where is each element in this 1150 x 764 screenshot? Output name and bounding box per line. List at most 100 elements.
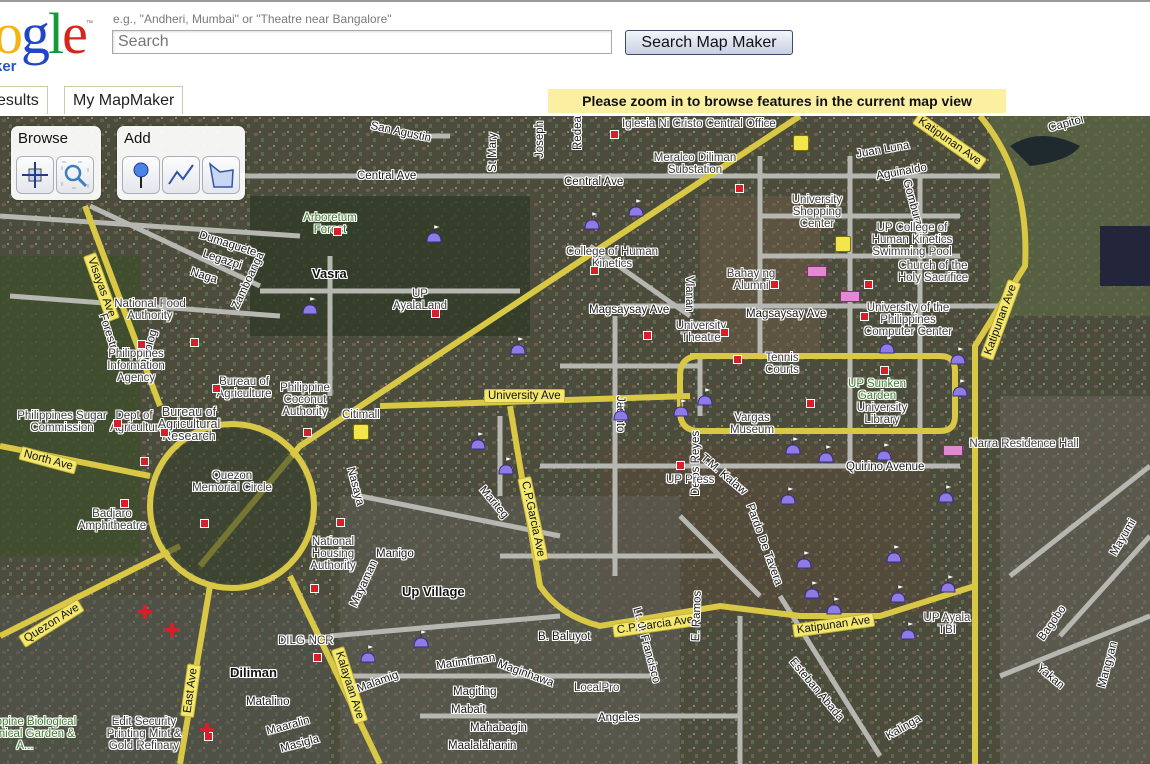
poi-marker[interactable] bbox=[190, 338, 199, 347]
add-shape-button[interactable] bbox=[202, 156, 240, 194]
street-label: Joseph bbox=[534, 120, 546, 158]
school-marker[interactable] bbox=[804, 580, 820, 605]
search-input[interactable] bbox=[112, 30, 612, 54]
poi-marker[interactable] bbox=[113, 419, 122, 428]
school-icon bbox=[584, 211, 600, 230]
school-marker[interactable] bbox=[890, 584, 906, 609]
school-marker[interactable] bbox=[900, 621, 916, 646]
poi-marker[interactable] bbox=[310, 584, 319, 593]
school-icon bbox=[673, 398, 689, 417]
school-marker[interactable] bbox=[938, 484, 954, 509]
school-marker[interactable] bbox=[818, 444, 834, 469]
poi-marker[interactable] bbox=[200, 519, 209, 528]
poi-marker[interactable] bbox=[313, 653, 322, 662]
school-marker[interactable] bbox=[613, 402, 629, 427]
place-label: Iglesia Ni Cristo Central Office bbox=[622, 118, 776, 130]
place-label: Narra Residence Hall bbox=[969, 438, 1079, 450]
school-marker[interactable] bbox=[780, 486, 796, 511]
poi-marker[interactable] bbox=[733, 355, 742, 364]
school-marker[interactable] bbox=[950, 346, 966, 371]
zoom-area-tool-button[interactable] bbox=[56, 156, 94, 194]
poi-marker[interactable] bbox=[590, 266, 599, 275]
hospital-marker[interactable] bbox=[200, 723, 214, 742]
school-marker[interactable] bbox=[628, 198, 644, 223]
school-marker[interactable] bbox=[498, 456, 514, 481]
poi-marker[interactable] bbox=[333, 227, 342, 236]
poi-marker[interactable] bbox=[860, 312, 869, 321]
school-icon bbox=[697, 387, 713, 406]
tab-results[interactable]: esults bbox=[0, 86, 48, 114]
shopping-marker[interactable] bbox=[835, 236, 851, 252]
hospital-marker[interactable] bbox=[138, 605, 152, 624]
place-label: University Library bbox=[856, 402, 908, 426]
place-label: Vargas Museum bbox=[729, 412, 775, 436]
street-label: Angeles bbox=[598, 712, 640, 724]
school-marker[interactable] bbox=[785, 436, 801, 461]
shopping-marker[interactable] bbox=[353, 424, 369, 440]
school-icon bbox=[900, 621, 916, 640]
hospital-marker[interactable] bbox=[165, 623, 179, 642]
pan-tool-button[interactable] bbox=[16, 156, 54, 194]
school-marker[interactable] bbox=[470, 431, 486, 456]
add-place-button[interactable] bbox=[122, 156, 160, 194]
search-map-maker-button[interactable]: Search Map Maker bbox=[625, 30, 793, 55]
logo-wordmark: ogle bbox=[0, 1, 88, 66]
school-marker[interactable] bbox=[413, 629, 429, 654]
add-line-button[interactable] bbox=[162, 156, 200, 194]
poi-marker[interactable] bbox=[880, 366, 889, 375]
school-marker[interactable] bbox=[510, 336, 526, 361]
school-icon bbox=[804, 580, 820, 599]
lodging-marker[interactable] bbox=[807, 266, 827, 277]
poi-marker[interactable] bbox=[610, 130, 619, 139]
school-icon bbox=[785, 436, 801, 455]
school-marker[interactable] bbox=[673, 398, 689, 423]
zoom-area-icon bbox=[61, 161, 89, 189]
poi-marker[interactable] bbox=[735, 184, 744, 193]
place-label: University Shopping Center bbox=[791, 194, 843, 230]
poi-marker[interactable] bbox=[720, 328, 729, 337]
poi-marker[interactable] bbox=[336, 518, 345, 527]
school-marker[interactable] bbox=[697, 387, 713, 412]
poi-marker[interactable] bbox=[137, 340, 146, 349]
place-label: Edit Security Printing Mint & Gold Refin… bbox=[106, 716, 182, 752]
place-label: Philippines Information Agency bbox=[107, 348, 165, 384]
poi-marker[interactable] bbox=[303, 428, 312, 437]
school-marker[interactable] bbox=[584, 211, 600, 236]
poi-marker[interactable] bbox=[160, 428, 169, 437]
poi-marker[interactable] bbox=[643, 331, 652, 340]
street-label: B. Baluyot bbox=[538, 631, 591, 643]
poi-marker[interactable] bbox=[431, 309, 440, 318]
poi-marker[interactable] bbox=[806, 399, 815, 408]
school-marker[interactable] bbox=[879, 335, 895, 360]
school-marker[interactable] bbox=[796, 550, 812, 575]
poi-marker[interactable] bbox=[120, 499, 129, 508]
school-marker[interactable] bbox=[426, 224, 442, 249]
road-label: University Ave bbox=[484, 389, 565, 403]
school-marker[interactable] bbox=[940, 574, 956, 599]
school-icon bbox=[498, 456, 514, 475]
map-canvas[interactable]: Vasra Up Village Diliman Visayas Ave Nor… bbox=[0, 116, 1150, 764]
street-label: Mabait bbox=[451, 704, 486, 716]
school-icon bbox=[826, 596, 842, 615]
school-marker[interactable] bbox=[876, 442, 892, 467]
search-hint: e.g., "Andheri, Mumbai" or "Theatre near… bbox=[113, 12, 392, 26]
tab-my-mapmaker[interactable]: My MapMaker bbox=[64, 86, 184, 114]
poi-marker[interactable] bbox=[676, 461, 685, 470]
shopping-marker[interactable] bbox=[793, 135, 809, 151]
school-marker[interactable] bbox=[952, 378, 968, 403]
place-label: UP Ayala TBI bbox=[923, 612, 971, 636]
poi-marker[interactable] bbox=[770, 280, 779, 289]
place-label: Quezon Memorial Circle bbox=[192, 470, 272, 494]
school-marker[interactable] bbox=[886, 544, 902, 569]
lodging-marker[interactable] bbox=[840, 291, 860, 302]
google-mapmaker-logo[interactable]: ogle ™ ker bbox=[0, 1, 104, 76]
poi-marker[interactable] bbox=[140, 457, 149, 466]
school-marker[interactable] bbox=[360, 644, 376, 669]
poi-marker[interactable] bbox=[212, 384, 221, 393]
poi-marker[interactable] bbox=[864, 280, 873, 289]
school-marker[interactable] bbox=[826, 596, 842, 621]
school-marker[interactable] bbox=[302, 296, 318, 321]
place-label: UP AyalaLand bbox=[392, 288, 448, 312]
street-label: St Mary bbox=[487, 132, 499, 172]
lodging-marker[interactable] bbox=[943, 445, 963, 456]
